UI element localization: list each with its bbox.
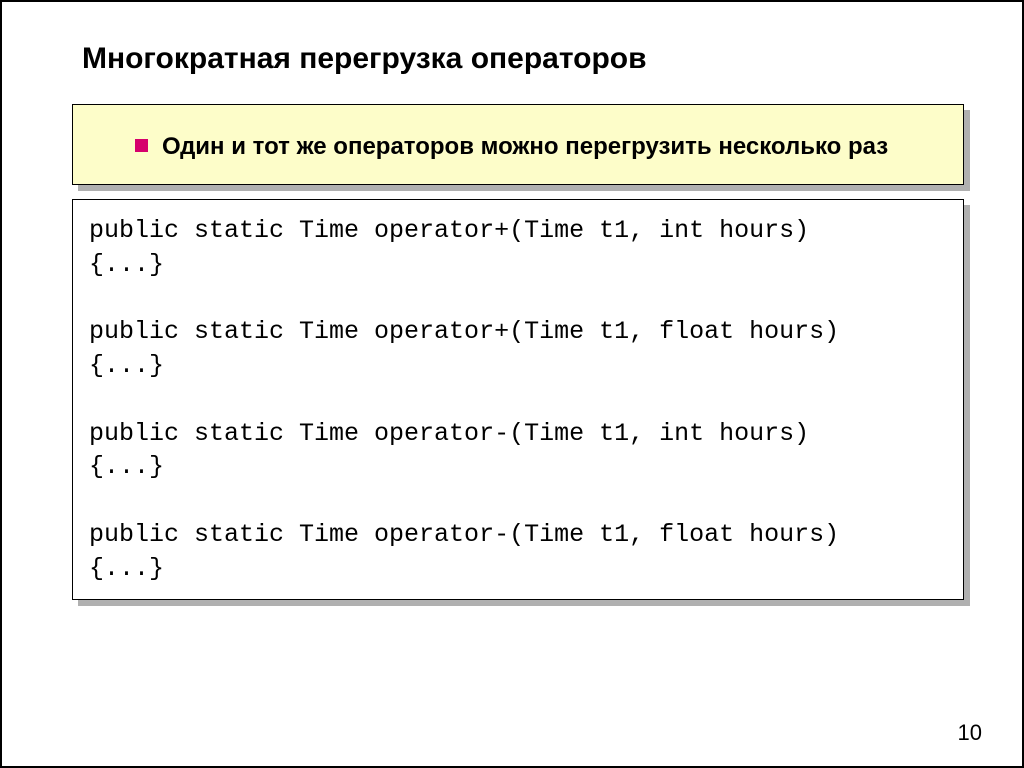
bullet-row: Один и тот же операторов можно перегрузи…	[103, 131, 933, 162]
slide-title: Многократная перегрузка операторов	[52, 42, 972, 76]
callout-box: Один и тот же операторов можно перегрузи…	[72, 104, 964, 185]
callout-box-wrapper: Один и тот же операторов можно перегрузи…	[72, 104, 964, 185]
bullet-text: Один и тот же операторов можно перегрузи…	[162, 131, 888, 162]
code-block: public static Time operator+(Time t1, in…	[72, 199, 964, 600]
square-bullet-icon	[135, 139, 148, 152]
code-box-wrapper: public static Time operator+(Time t1, in…	[72, 199, 964, 600]
slide-container: Многократная перегрузка операторов Один …	[0, 0, 1024, 768]
page-number: 10	[958, 720, 982, 746]
